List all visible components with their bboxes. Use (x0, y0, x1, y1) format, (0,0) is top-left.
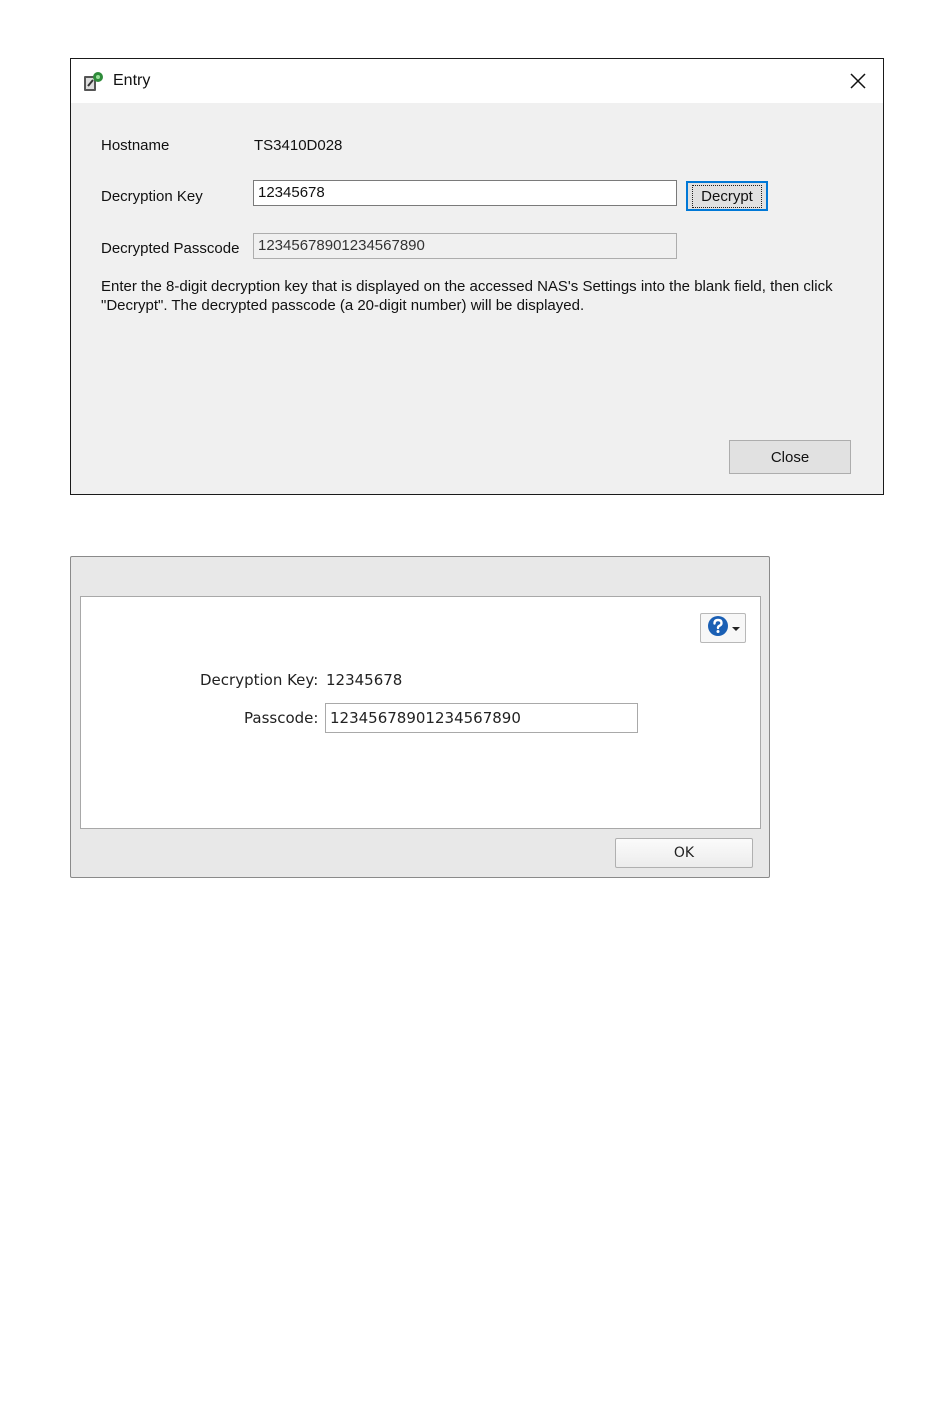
decryption-key-label: Decryption Key (101, 188, 203, 205)
hostname-value: TS3410D028 (254, 137, 343, 154)
decryption-key-input[interactable]: 12345678 (253, 180, 677, 206)
decrypted-passcode-field[interactable]: 12345678901234567890 (253, 233, 677, 259)
app-key-icon (83, 71, 105, 93)
window-title: Entry (113, 72, 151, 89)
passcode-field[interactable]: 12345678901234567890 (325, 703, 638, 733)
help-icon (707, 615, 729, 642)
decrypt-button-label: Decrypt (692, 184, 762, 208)
passcode-label: Passcode: (244, 709, 319, 727)
instructions-line-2: "Decrypt". The decrypted passcode (a 20-… (101, 297, 585, 314)
ok-button[interactable]: OK (615, 838, 753, 868)
chevron-down-icon (731, 619, 740, 637)
passcode-panel: Decryption Key: 12345678 Passcode: 12345… (80, 596, 761, 829)
help-button[interactable] (700, 613, 746, 643)
decrypted-passcode-label: Decrypted Passcode (101, 240, 240, 257)
instructions-line-1: Enter the 8-digit decryption key that is… (101, 278, 833, 295)
passcode-dialog: Decryption Key: 12345678 Passcode: 12345… (70, 556, 770, 878)
decryption-key-value: 12345678 (326, 671, 403, 689)
instructions-text: Enter the 8-digit decryption key that is… (101, 277, 851, 315)
close-icon[interactable] (841, 65, 875, 97)
entry-dialog: Entry Hostname TS3410D028 Decryption Key… (70, 58, 884, 495)
hostname-label: Hostname (101, 137, 170, 154)
decrypt-button[interactable]: Decrypt (686, 181, 768, 211)
decryption-key-label: Decryption Key: (200, 671, 319, 689)
close-button[interactable]: Close (729, 440, 851, 474)
title-bar: Entry (71, 59, 883, 103)
